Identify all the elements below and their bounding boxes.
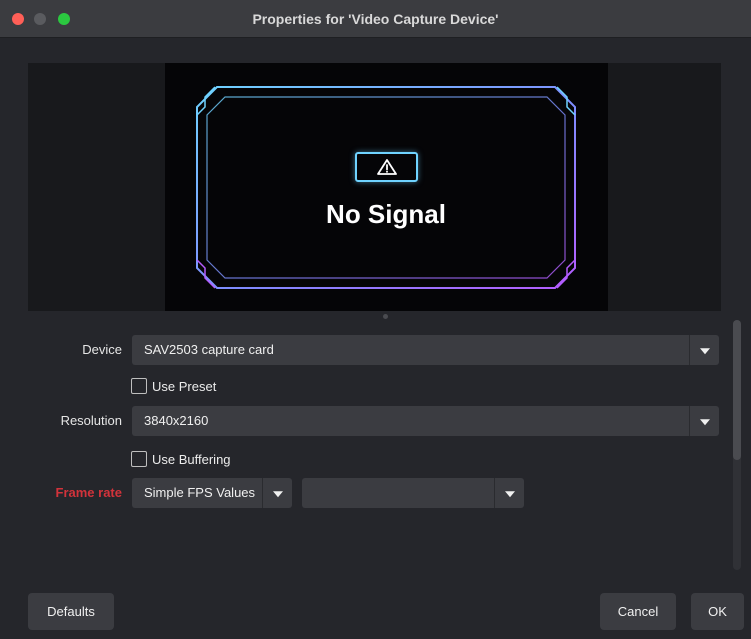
- preview-splitter-handle[interactable]: [383, 314, 388, 319]
- use-preset-checkbox-row[interactable]: Use Preset: [131, 377, 216, 395]
- chevron-down-icon[interactable]: [262, 478, 292, 508]
- resolution-label: Resolution: [60, 413, 122, 428]
- frame-rate-mode-select[interactable]: Simple FPS Values: [132, 478, 292, 508]
- warning-badge: [355, 152, 418, 182]
- chevron-down-icon[interactable]: [494, 478, 524, 508]
- chevron-down-icon[interactable]: [689, 335, 719, 365]
- properties-scrollbar[interactable]: [733, 320, 741, 570]
- defaults-button[interactable]: Defaults: [28, 593, 114, 630]
- cancel-button[interactable]: Cancel: [600, 593, 676, 630]
- use-preset-label: Use Preset: [152, 378, 217, 394]
- warning-triangle-icon: [376, 159, 397, 175]
- ok-button[interactable]: OK: [691, 593, 744, 630]
- signal-frame-graphic: [196, 86, 576, 289]
- no-signal-text: No Signal: [326, 199, 446, 229]
- device-select-value: SAV2503 capture card: [144, 342, 274, 357]
- use-buffering-checkbox-row[interactable]: Use Buffering: [131, 450, 231, 468]
- use-buffering-checkbox[interactable]: [131, 451, 147, 467]
- frame-rate-mode-value: Simple FPS Values: [144, 485, 256, 500]
- device-label: Device: [82, 342, 122, 357]
- frame-rate-label: Frame rate: [55, 485, 122, 500]
- use-buffering-label: Use Buffering: [152, 451, 231, 467]
- title-bar: Properties for 'Video Capture Device': [0, 0, 751, 38]
- scrollbar-thumb[interactable]: [733, 320, 741, 460]
- use-preset-checkbox[interactable]: [131, 378, 147, 394]
- resolution-select[interactable]: 3840x2160: [132, 406, 719, 436]
- chevron-down-icon[interactable]: [689, 406, 719, 436]
- window-title: Properties for 'Video Capture Device': [252, 11, 499, 27]
- device-select[interactable]: SAV2503 capture card: [132, 335, 719, 365]
- properties-window: Properties for 'Video Capture Device' No…: [0, 0, 751, 639]
- resolution-select-value: 3840x2160: [144, 413, 209, 428]
- frame-rate-fps-select[interactable]: [302, 478, 524, 508]
